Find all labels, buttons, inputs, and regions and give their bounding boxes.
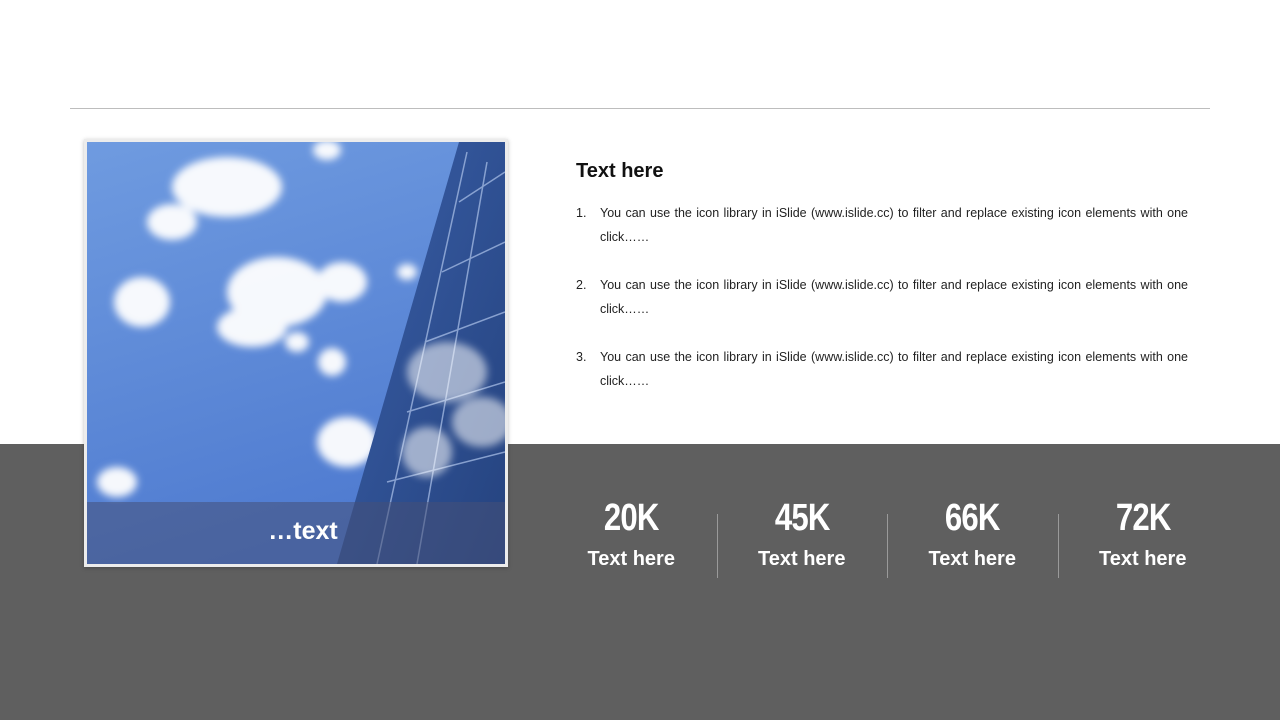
list-number: 2.	[576, 278, 587, 292]
list-item: 3. You can use the icon library in iSlid…	[576, 345, 1188, 393]
stat-value: 66K	[944, 497, 1001, 539]
stat-item: 45K Text here	[716, 496, 888, 584]
stat-value: 45K	[774, 497, 830, 539]
photo-caption: …text	[268, 517, 338, 545]
stats-row: 20K Text here 45K Text here 66K Text her…	[546, 496, 1228, 584]
bullet-list: 1. You can use the icon library in iSlid…	[576, 201, 1188, 393]
stat-item: 72K Text here	[1057, 496, 1229, 584]
stat-item: 20K Text here	[546, 496, 717, 584]
stat-value: 20K	[603, 497, 660, 539]
list-text: You can use the icon library in iSlide (…	[600, 278, 1188, 316]
header-divider	[70, 108, 1210, 109]
stat-item: 66K Text here	[887, 496, 1058, 584]
photo-caption-bar: …text	[87, 502, 505, 564]
list-number: 3.	[576, 350, 587, 364]
stat-label: Text here	[758, 548, 846, 570]
list-text: You can use the icon library in iSlide (…	[600, 206, 1188, 244]
list-item: 2. You can use the icon library in iSlid…	[576, 273, 1188, 321]
stat-label: Text here	[587, 548, 675, 570]
content-title: Text here	[576, 160, 664, 182]
list-text: You can use the icon library in iSlide (…	[600, 350, 1188, 388]
stat-value: 72K	[1115, 497, 1171, 539]
list-number: 1.	[576, 206, 587, 220]
list-item: 1. You can use the icon library in iSlid…	[576, 201, 1188, 249]
stat-label: Text here	[928, 548, 1016, 570]
sky-building-photo: …text	[87, 142, 505, 564]
text-content: Text here 1. You can use the icon librar…	[576, 160, 1188, 417]
photo-card: …text	[84, 139, 508, 567]
stat-label: Text here	[1099, 548, 1187, 570]
